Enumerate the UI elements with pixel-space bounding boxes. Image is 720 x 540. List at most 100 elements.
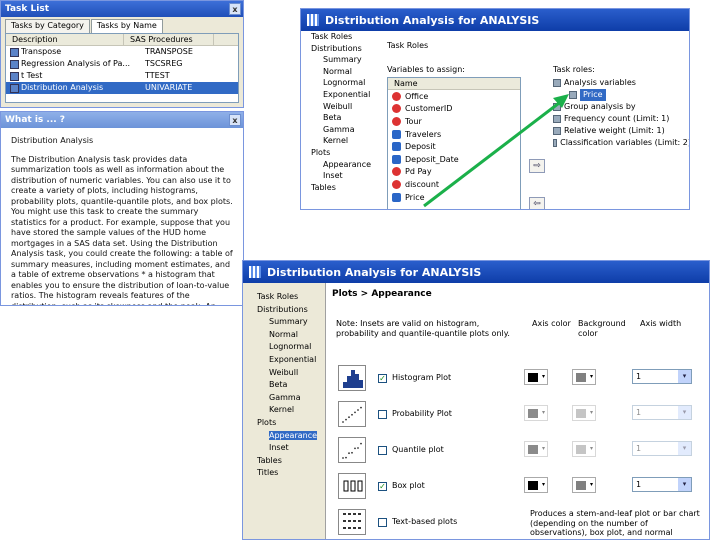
tree-item[interactable]: Appearance (257, 430, 323, 443)
tree-item-label: Inset (269, 443, 289, 453)
tree-item[interactable]: Titles (257, 467, 323, 480)
list-item[interactable]: Price (388, 191, 520, 204)
tab-tasks-by-category[interactable]: Tasks by Category (5, 19, 90, 33)
numeric-variable-icon (392, 192, 401, 202)
tree-item[interactable]: Summary (257, 316, 323, 329)
task-icon (10, 59, 19, 69)
tree-item[interactable]: Inset (257, 442, 323, 455)
axis-color-picker[interactable]: ▾ (524, 477, 548, 493)
tree-item[interactable]: Weibull (311, 101, 377, 113)
tree-item[interactable]: Appearance (311, 159, 377, 171)
variables-list: Name Office CustomerID Tour Travelers Deposi… (387, 77, 521, 209)
list-item[interactable]: Deposit (388, 140, 520, 153)
axis-color-picker[interactable]: ▾ (524, 405, 548, 421)
tree-item[interactable]: Distributions (311, 43, 377, 55)
tree-item[interactable]: Tables (257, 455, 323, 468)
close-icon[interactable]: x (229, 114, 241, 126)
variable-name: Tour (405, 116, 422, 126)
list-item[interactable]: CustomerID (388, 103, 520, 116)
what-is-title: What is ... ? (5, 115, 66, 125)
tree-item[interactable]: Inset (311, 170, 377, 182)
variables-header[interactable]: Name (388, 78, 520, 90)
checkbox[interactable] (378, 410, 387, 419)
checkbox-checked[interactable]: ✓ (378, 482, 387, 491)
histogram-thumbnail-graphic (343, 370, 363, 388)
tree-item[interactable]: Exponential (257, 354, 323, 367)
plot-point (360, 406, 362, 409)
column-header-description[interactable]: Description (6, 34, 124, 45)
chevron-down-icon: ▾ (589, 409, 593, 416)
role-item[interactable]: Classification variables (Limit: 2) (553, 137, 689, 149)
table-row[interactable]: Transpose TRANSPOSE (6, 46, 238, 58)
what-is-body: Distribution Analysis The Distribution A… (1, 128, 243, 305)
tree-item[interactable]: Normal (311, 66, 377, 78)
histogram-bar (343, 382, 347, 388)
background-color-picker[interactable]: ▾ (572, 405, 596, 421)
task-icon (10, 47, 19, 57)
tree-item[interactable]: Weibull (257, 367, 323, 380)
checkbox[interactable] (378, 446, 387, 455)
close-icon[interactable]: x (229, 3, 241, 15)
assign-right-button[interactable]: ⇨ (529, 159, 545, 173)
tree-item[interactable]: Normal (257, 329, 323, 342)
table-row-selected[interactable]: Distribution Analysis UNIVARIATE (6, 82, 238, 94)
axis-color-picker[interactable]: ▾ (524, 369, 548, 385)
role-item[interactable]: Group analysis by (553, 101, 689, 113)
tree-item[interactable]: Gamma (257, 392, 323, 405)
tree-item[interactable]: Distributions (257, 304, 323, 317)
axis-width-select[interactable]: 1 ▾ (632, 441, 692, 456)
table-row[interactable]: Regression Analysis of Pa... TSCSREG (6, 58, 238, 70)
background-color-picker[interactable]: ▾ (572, 369, 596, 385)
role-item[interactable]: Relative weight (Limit: 1) (553, 125, 689, 137)
axis-color-picker[interactable]: ▾ (524, 441, 548, 457)
tab-tasks-by-name[interactable]: Tasks by Name (90, 19, 163, 33)
axis-width-select[interactable]: 1 ▾ (632, 405, 692, 420)
role-label: Price (580, 89, 606, 101)
tree-item-label: Tables (311, 182, 336, 192)
tree-item[interactable]: Beta (311, 112, 377, 124)
role-icon (553, 115, 561, 123)
tree-item[interactable]: Task Roles (311, 31, 377, 43)
tree-item[interactable]: Task Roles (257, 291, 323, 304)
axis-width-select[interactable]: 1 ▾ (632, 369, 692, 384)
tree-item[interactable]: Summary (311, 54, 377, 66)
text-glyph (343, 520, 346, 522)
text-glyph (353, 527, 356, 529)
tree-item[interactable]: Plots (311, 147, 377, 159)
list-item[interactable]: Pd Pay (388, 166, 520, 179)
role-icon (553, 79, 561, 87)
variable-name: Price (405, 192, 425, 202)
checkbox-checked[interactable]: ✓ (378, 374, 387, 383)
remove-left-button[interactable]: ⇦ (529, 197, 545, 209)
table-row[interactable]: t Test TTEST (6, 70, 238, 82)
tree-item[interactable]: Gamma (311, 124, 377, 136)
tree-item[interactable]: Exponential (311, 89, 377, 101)
checkbox[interactable] (378, 518, 387, 527)
background-color-picker[interactable]: ▾ (572, 441, 596, 457)
tree-item[interactable]: Beta (257, 379, 323, 392)
tree-item[interactable]: Lognormal (257, 341, 323, 354)
background-color-picker[interactable]: ▾ (572, 477, 596, 493)
role-label: Relative weight (Limit: 1) (564, 126, 665, 135)
role-item[interactable]: Frequency count (Limit: 1) (553, 113, 689, 125)
list-item[interactable]: Office (388, 90, 520, 103)
list-item[interactable]: Travelers (388, 128, 520, 141)
list-item[interactable]: Deposit_Date (388, 153, 520, 166)
tree-item[interactable]: Tables (311, 182, 377, 194)
column-header-procedures[interactable]: SAS Procedures (124, 34, 214, 45)
text-plot-description: Produces a stem-and-leaf plot or bar cha… (530, 509, 700, 539)
plot-point (357, 409, 359, 411)
tree-item[interactable]: Kernel (311, 135, 377, 147)
list-item[interactable]: discount (388, 178, 520, 191)
plot-option-row: Text-based plots Produces a stem-and-leaf… (334, 509, 704, 539)
tree-item[interactable]: Plots (257, 417, 323, 430)
tree-item-label: Kernel (269, 405, 295, 415)
role-item[interactable]: Analysis variables (553, 77, 689, 89)
numeric-variable-icon (392, 154, 401, 164)
tree-item[interactable]: Kernel (257, 404, 323, 417)
task-list-header: Description SAS Procedures (6, 34, 238, 46)
tree-item[interactable]: Lognormal (311, 77, 377, 89)
list-item[interactable]: Tour (388, 115, 520, 128)
axis-width-select[interactable]: 1 ▾ (632, 477, 692, 492)
role-item[interactable]: Price (553, 89, 689, 101)
